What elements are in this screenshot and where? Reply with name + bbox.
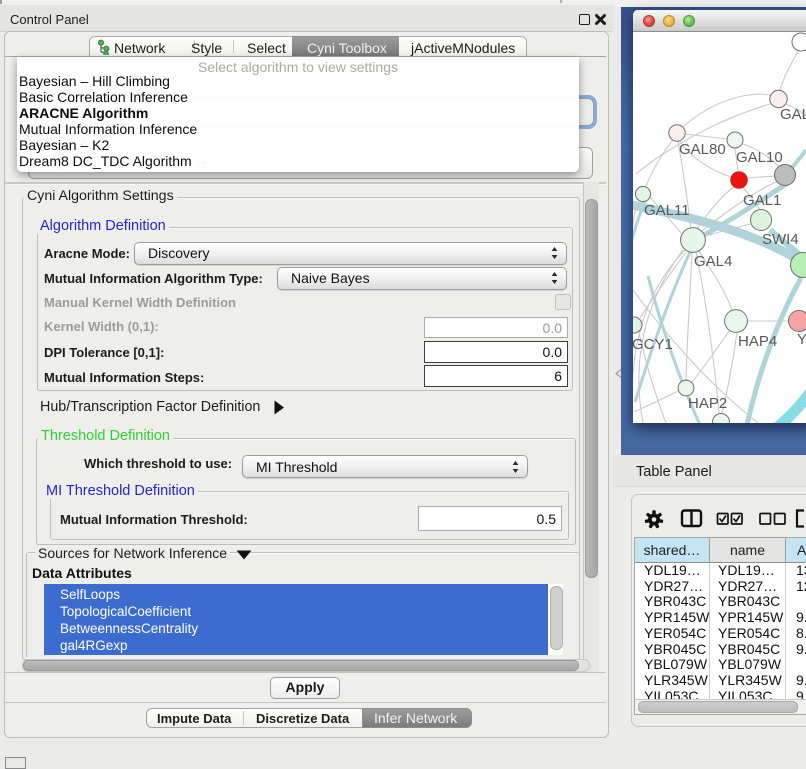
svg-text:HAP2: HAP2 bbox=[688, 395, 727, 412]
svg-text:SWI4: SWI4 bbox=[762, 231, 799, 248]
svg-text:GAL80: GAL80 bbox=[679, 141, 726, 158]
svg-text:GAL1: GAL1 bbox=[743, 192, 781, 209]
svg-text:GAL: GAL bbox=[780, 106, 806, 123]
svg-text:GAL10: GAL10 bbox=[736, 149, 783, 166]
svg-text:Y: Y bbox=[797, 331, 806, 348]
svg-text:GAL11: GAL11 bbox=[644, 202, 690, 219]
svg-text:GCY1: GCY1 bbox=[633, 336, 673, 353]
svg-text:GAL4: GAL4 bbox=[694, 253, 732, 270]
svg-text:HAP4: HAP4 bbox=[738, 333, 777, 350]
